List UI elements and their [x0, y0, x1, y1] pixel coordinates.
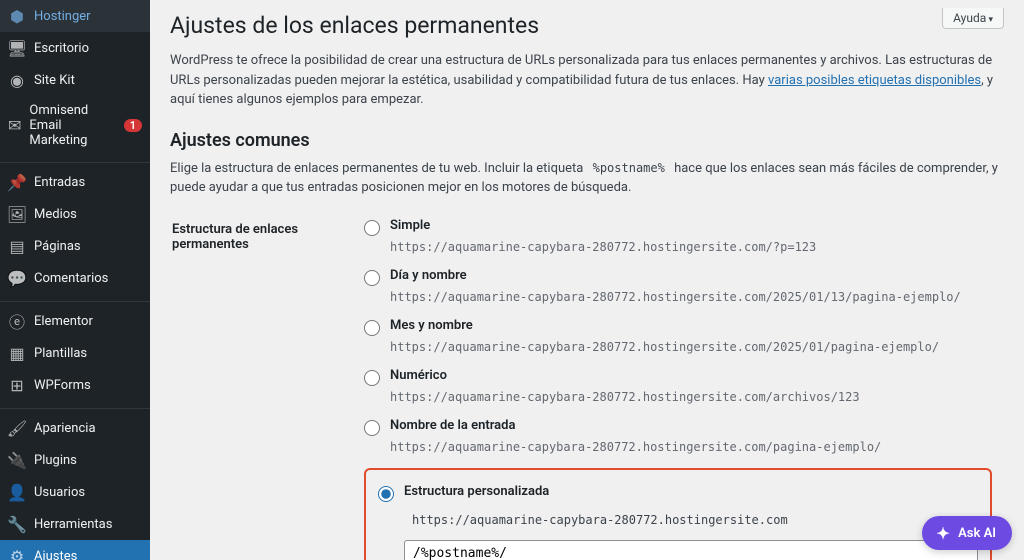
sparkle-icon: ✦	[934, 524, 952, 542]
example-url-3: https://aquamarine-capybara-280772.hosti…	[390, 390, 992, 404]
radio-option-4[interactable]	[364, 420, 380, 436]
radio-label-3: Numérico	[390, 368, 447, 383]
sidebar-label: Plugins	[34, 453, 77, 468]
content-icon-1: 🖼	[8, 205, 26, 223]
example-url-4: https://aquamarine-capybara-280772.hosti…	[390, 440, 992, 454]
sidebar-label: WPForms	[34, 378, 91, 393]
content-icon-2: ▤	[8, 237, 26, 255]
radio-label-4: Nombre de la entrada	[390, 418, 515, 433]
sidebar-label: Páginas	[34, 239, 81, 254]
radio-label-1: Día y nombre	[390, 268, 467, 283]
sidebar-label: Comentarios	[34, 271, 108, 286]
radio-label-2: Mes y nombre	[390, 318, 473, 333]
sidebar-item-builders-0[interactable]: ⓔ Elementor	[0, 305, 150, 337]
postname-tag-code: %postname%	[587, 159, 671, 177]
sidebar-label: Ajustes	[34, 549, 77, 560]
custom-url-prefix: https://aquamarine-capybara-280772.hosti…	[404, 508, 796, 532]
common-settings-heading: Ajustes comunes	[170, 130, 1004, 151]
content-icon-3: 💬	[8, 269, 26, 287]
sidebar-label: Entradas	[34, 175, 85, 190]
settings-icon-2: 👤	[8, 483, 26, 501]
sidebar-label: Herramientas	[34, 517, 112, 532]
example-url-0: https://aquamarine-capybara-280772.hosti…	[390, 240, 992, 254]
example-url-2: https://aquamarine-capybara-280772.hosti…	[390, 340, 992, 354]
structure-label: Estructura de enlaces permanentes	[172, 212, 352, 560]
sidebar-label: Medios	[34, 207, 77, 222]
sidebar-item-builders-2[interactable]: ⊞ WPForms	[0, 369, 150, 401]
badge: 1	[124, 119, 142, 132]
ask-ai-button[interactable]: ✦ Ask AI	[922, 516, 1012, 550]
sidebar-item-top-1[interactable]: 🖥 Escritorio	[0, 32, 150, 64]
radio-custom[interactable]	[378, 486, 394, 502]
sidebar-item-content-1[interactable]: 🖼 Medios	[0, 198, 150, 230]
top-icon-1: 🖥	[8, 39, 26, 57]
radio-custom-label: Estructura personalizada	[404, 484, 549, 499]
sidebar-item-settings-2[interactable]: 👤 Usuarios	[0, 476, 150, 508]
admin-sidebar: ⬢ Hostinger 🖥 Escritorio ◉ Site Kit ✉ Omnisend …	[0, 0, 150, 560]
sidebar-item-content-2[interactable]: ▤ Páginas	[0, 230, 150, 262]
sidebar-item-settings-4[interactable]: ⚙ Ajustes	[0, 540, 150, 560]
custom-structure-input[interactable]	[404, 540, 978, 560]
sidebar-item-content-3[interactable]: 💬 Comentarios	[0, 262, 150, 294]
example-url-1: https://aquamarine-capybara-280772.hosti…	[390, 290, 992, 304]
sidebar-label: Plantillas	[34, 346, 87, 361]
settings-icon-4: ⚙	[8, 547, 26, 560]
custom-structure-box: Estructura personalizada https://aquamar…	[364, 468, 992, 560]
builders-icon-1: ▦	[8, 344, 26, 362]
sidebar-label: Site Kit	[34, 73, 75, 88]
sidebar-label: Elementor	[34, 314, 93, 329]
tags-help-link[interactable]: varias posibles etiquetas disponibles	[768, 73, 981, 88]
intro-text: WordPress te ofrece la posibilidad de cr…	[170, 51, 1004, 110]
radio-option-2[interactable]	[364, 320, 380, 336]
radio-label-0: Simple	[390, 218, 430, 233]
radio-option-0[interactable]	[364, 220, 380, 236]
radio-option-3[interactable]	[364, 370, 380, 386]
sidebar-item-top-3[interactable]: ✉ Omnisend Email Marketing 1	[0, 96, 150, 155]
sidebar-item-settings-0[interactable]: 🖌 Apariencia	[0, 412, 150, 444]
help-tab[interactable]: Ayuda	[942, 8, 1004, 29]
radio-option-1[interactable]	[364, 270, 380, 286]
sidebar-item-content-0[interactable]: 📌 Entradas	[0, 166, 150, 198]
builders-icon-2: ⊞	[8, 376, 26, 394]
settings-icon-3: 🔧	[8, 515, 26, 533]
builders-icon-0: ⓔ	[8, 312, 26, 330]
sidebar-label: Usuarios	[34, 485, 85, 500]
top-icon-2: ◉	[8, 71, 26, 89]
sidebar-item-settings-3[interactable]: 🔧 Herramientas	[0, 508, 150, 540]
sidebar-label: Hostinger	[34, 9, 91, 24]
main-content: Ayuda Ajustes de los enlaces permanentes…	[150, 0, 1024, 560]
sidebar-item-builders-1[interactable]: ▦ Plantillas	[0, 337, 150, 369]
top-icon-3: ✉	[8, 117, 21, 135]
sidebar-item-top-2[interactable]: ◉ Site Kit	[0, 64, 150, 96]
sidebar-item-top-0[interactable]: ⬢ Hostinger	[0, 0, 150, 32]
top-icon-0: ⬢	[8, 7, 26, 25]
sidebar-label: Escritorio	[34, 41, 89, 56]
settings-icon-0: 🖌	[8, 419, 26, 437]
common-settings-desc: Elige la estructura de enlaces permanent…	[170, 159, 1004, 198]
page-title: Ajustes de los enlaces permanentes	[170, 0, 1004, 43]
sidebar-label: Omnisend Email Marketing	[29, 103, 111, 148]
sidebar-item-settings-1[interactable]: 🔌 Plugins	[0, 444, 150, 476]
sidebar-label: Apariencia	[34, 421, 96, 436]
settings-icon-1: 🔌	[8, 451, 26, 469]
content-icon-0: 📌	[8, 173, 26, 191]
